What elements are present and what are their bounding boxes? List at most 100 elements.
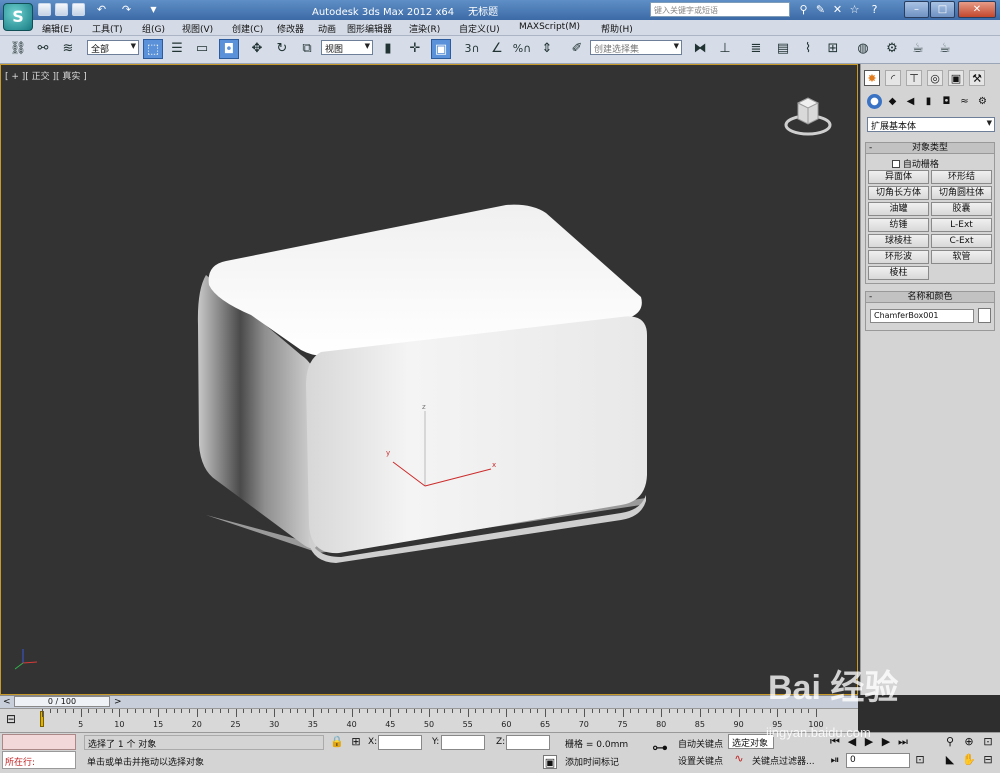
add-time-tag-button[interactable]: 添加时间标记 <box>565 755 619 768</box>
exchange-icon[interactable]: ✕ <box>831 3 844 16</box>
time-config-icon[interactable]: ⊡ <box>913 753 927 767</box>
menu-tools[interactable]: 工具(T) <box>92 22 123 35</box>
name-and-color-header[interactable]: - 名称和颜色 <box>866 292 994 303</box>
rotate-icon[interactable]: ↻ <box>272 39 292 59</box>
undo-icon[interactable]: ↶ <box>95 3 108 16</box>
menu-help[interactable]: 帮助(H) <box>601 22 633 35</box>
redo-icon[interactable]: ↷ <box>120 3 133 16</box>
mini-curve-editor-icon[interactable]: ⊟ <box>6 712 26 728</box>
x-coord-field[interactable] <box>378 735 422 750</box>
shapes-icon[interactable]: ◆ <box>885 94 900 109</box>
maxscript-listener-input[interactable] <box>2 734 76 750</box>
snaps-toggle-icon[interactable]: 3∩ <box>462 39 482 59</box>
autogrid-checkbox[interactable] <box>892 160 900 168</box>
menu-group[interactable]: 组(G) <box>142 22 165 35</box>
auto-key-button[interactable]: 自动关键点 <box>678 737 723 750</box>
menu-modifiers[interactable]: 修改器 <box>277 22 304 35</box>
schematic-view-icon[interactable]: ⊞ <box>823 39 843 59</box>
absolute-mode-icon[interactable]: ⊞ <box>349 735 363 749</box>
reference-coordinate-dropdown[interactable]: 视图 <box>321 40 373 55</box>
motion-tab-icon[interactable]: ◎ <box>927 70 943 86</box>
binoculars-icon[interactable]: ⚲ <box>797 3 810 16</box>
gengon-button[interactable]: 球棱柱 <box>868 234 929 248</box>
c-ext-button[interactable]: C-Ext <box>931 234 992 248</box>
set-key-icon[interactable]: ⊶ <box>648 740 672 756</box>
chamfer-box-button[interactable]: 切角长方体 <box>868 186 929 200</box>
zoom-all-icon[interactable]: ⊕ <box>962 735 976 749</box>
menu-graph-editors[interactable]: 图形编辑器 <box>347 22 392 35</box>
app-logo-icon[interactable]: S <box>3 3 33 31</box>
time-slider-prev-icon[interactable]: < <box>3 697 11 707</box>
material-editor-icon[interactable]: ◍ <box>853 39 873 59</box>
z-coord-field[interactable] <box>506 735 550 750</box>
new-file-icon[interactable] <box>38 3 51 16</box>
layer-manager-icon[interactable]: ≣ <box>746 39 766 59</box>
menu-views[interactable]: 视图(V) <box>182 22 213 35</box>
menu-animation[interactable]: 动画 <box>318 22 336 35</box>
menu-edit[interactable]: 编辑(E) <box>42 22 73 35</box>
track-bar[interactable]: ⊟ 5 10 15 20 25 30 35 40 45 50 55 60 65 70 75 80 85 90 95 1… <box>0 708 858 732</box>
space-warps-icon[interactable]: ≈ <box>957 94 972 109</box>
select-object-icon[interactable]: ⬚ <box>143 39 163 59</box>
systems-icon[interactable]: ⚙ <box>975 94 990 109</box>
close-button[interactable]: ✕ <box>958 1 996 18</box>
zoom-icon[interactable]: ⚲ <box>943 735 957 749</box>
create-tab-icon[interactable]: ✸ <box>864 70 880 86</box>
menu-maxscript[interactable]: MAXScript(M) <box>519 22 580 32</box>
time-tag-icon[interactable]: ▣ <box>543 755 557 769</box>
field-of-view-icon[interactable]: ◣ <box>943 753 957 767</box>
save-file-icon[interactable] <box>72 3 85 16</box>
zoom-extents-icon[interactable]: ⊡ <box>981 735 995 749</box>
time-slider-thumb[interactable]: 0 / 100 <box>14 696 110 707</box>
window-crossing-icon[interactable]: ◘ <box>219 39 239 59</box>
lock-selection-icon[interactable]: 🔒 <box>330 735 344 749</box>
percent-snap-icon[interactable]: %∩ <box>512 39 532 59</box>
oil-tank-button[interactable]: 油罐 <box>868 202 929 216</box>
spindle-button[interactable]: 纺锤 <box>868 218 929 232</box>
primitive-category-dropdown[interactable]: 扩展基本体 <box>867 117 995 132</box>
chamfer-cyl-button[interactable]: 切角圆柱体 <box>931 186 992 200</box>
object-type-header[interactable]: - 对象类型 <box>866 143 994 154</box>
unlink-icon[interactable]: ⚯ <box>33 39 53 59</box>
open-file-icon[interactable] <box>55 3 68 16</box>
named-selection-dropdown[interactable]: 创建选择集 <box>590 40 682 55</box>
torus-knot-button[interactable]: 环形结 <box>931 170 992 184</box>
rendered-frame-window-icon[interactable]: ☕ <box>908 39 928 59</box>
utilities-tab-icon[interactable]: ⚒ <box>969 70 985 86</box>
next-frame-icon[interactable]: ▶ <box>879 735 893 749</box>
key-mode-toggle-icon[interactable]: ⏯ <box>828 753 842 767</box>
hedra-button[interactable]: 异面体 <box>868 170 929 184</box>
rectangular-selection-icon[interactable]: ▭ <box>192 39 212 59</box>
curve-editor-icon[interactable]: ⌇ <box>798 39 818 59</box>
object-color-swatch[interactable] <box>978 308 991 323</box>
render-setup-icon[interactable]: ⚙ <box>882 39 902 59</box>
prism-button[interactable]: 棱柱 <box>868 266 929 280</box>
display-tab-icon[interactable]: ▣ <box>948 70 964 86</box>
menu-customize[interactable]: 自定义(U) <box>459 22 500 35</box>
l-ext-button[interactable]: L-Ext <box>931 218 992 232</box>
select-manipulate-icon[interactable]: ✛ <box>405 39 425 59</box>
bind-space-warp-icon[interactable]: ≋ <box>58 39 78 59</box>
hierarchy-tab-icon[interactable]: ⊤ <box>906 70 922 86</box>
select-by-name-icon[interactable]: ☰ <box>167 39 187 59</box>
object-name-field[interactable]: ChamferBox001 <box>870 309 974 323</box>
time-slider[interactable]: < 0 / 100 > <box>0 695 858 708</box>
y-coord-field[interactable] <box>441 735 485 750</box>
spinner-snap-icon[interactable]: ⇕ <box>537 39 557 59</box>
maximize-button[interactable]: □ <box>930 1 955 18</box>
key-mode-icon[interactable]: ∿ <box>732 752 746 766</box>
maxscript-output[interactable]: 所在行: <box>2 751 76 769</box>
go-to-end-icon[interactable]: ⏭ <box>896 735 910 749</box>
selection-filter-dropdown[interactable]: 全部 <box>87 40 139 55</box>
hose-button[interactable]: 软管 <box>931 250 992 264</box>
modify-tab-icon[interactable]: ◜ <box>885 70 901 86</box>
perspective-viewport[interactable]: [ + ][ 正交 ][ 真实 ] z x y <box>0 64 858 695</box>
menu-rendering[interactable]: 渲染(R) <box>409 22 440 35</box>
capsule-button[interactable]: 胶囊 <box>931 202 992 216</box>
render-production-icon[interactable]: ☕ <box>935 39 955 59</box>
viewcube-icon[interactable] <box>784 93 832 137</box>
maximize-viewport-icon[interactable]: ⊟ <box>981 753 995 767</box>
current-frame-field[interactable]: 0 <box>846 753 910 768</box>
menu-create[interactable]: 创建(C) <box>232 22 263 35</box>
set-key-button[interactable]: 设置关键点 <box>678 754 723 767</box>
